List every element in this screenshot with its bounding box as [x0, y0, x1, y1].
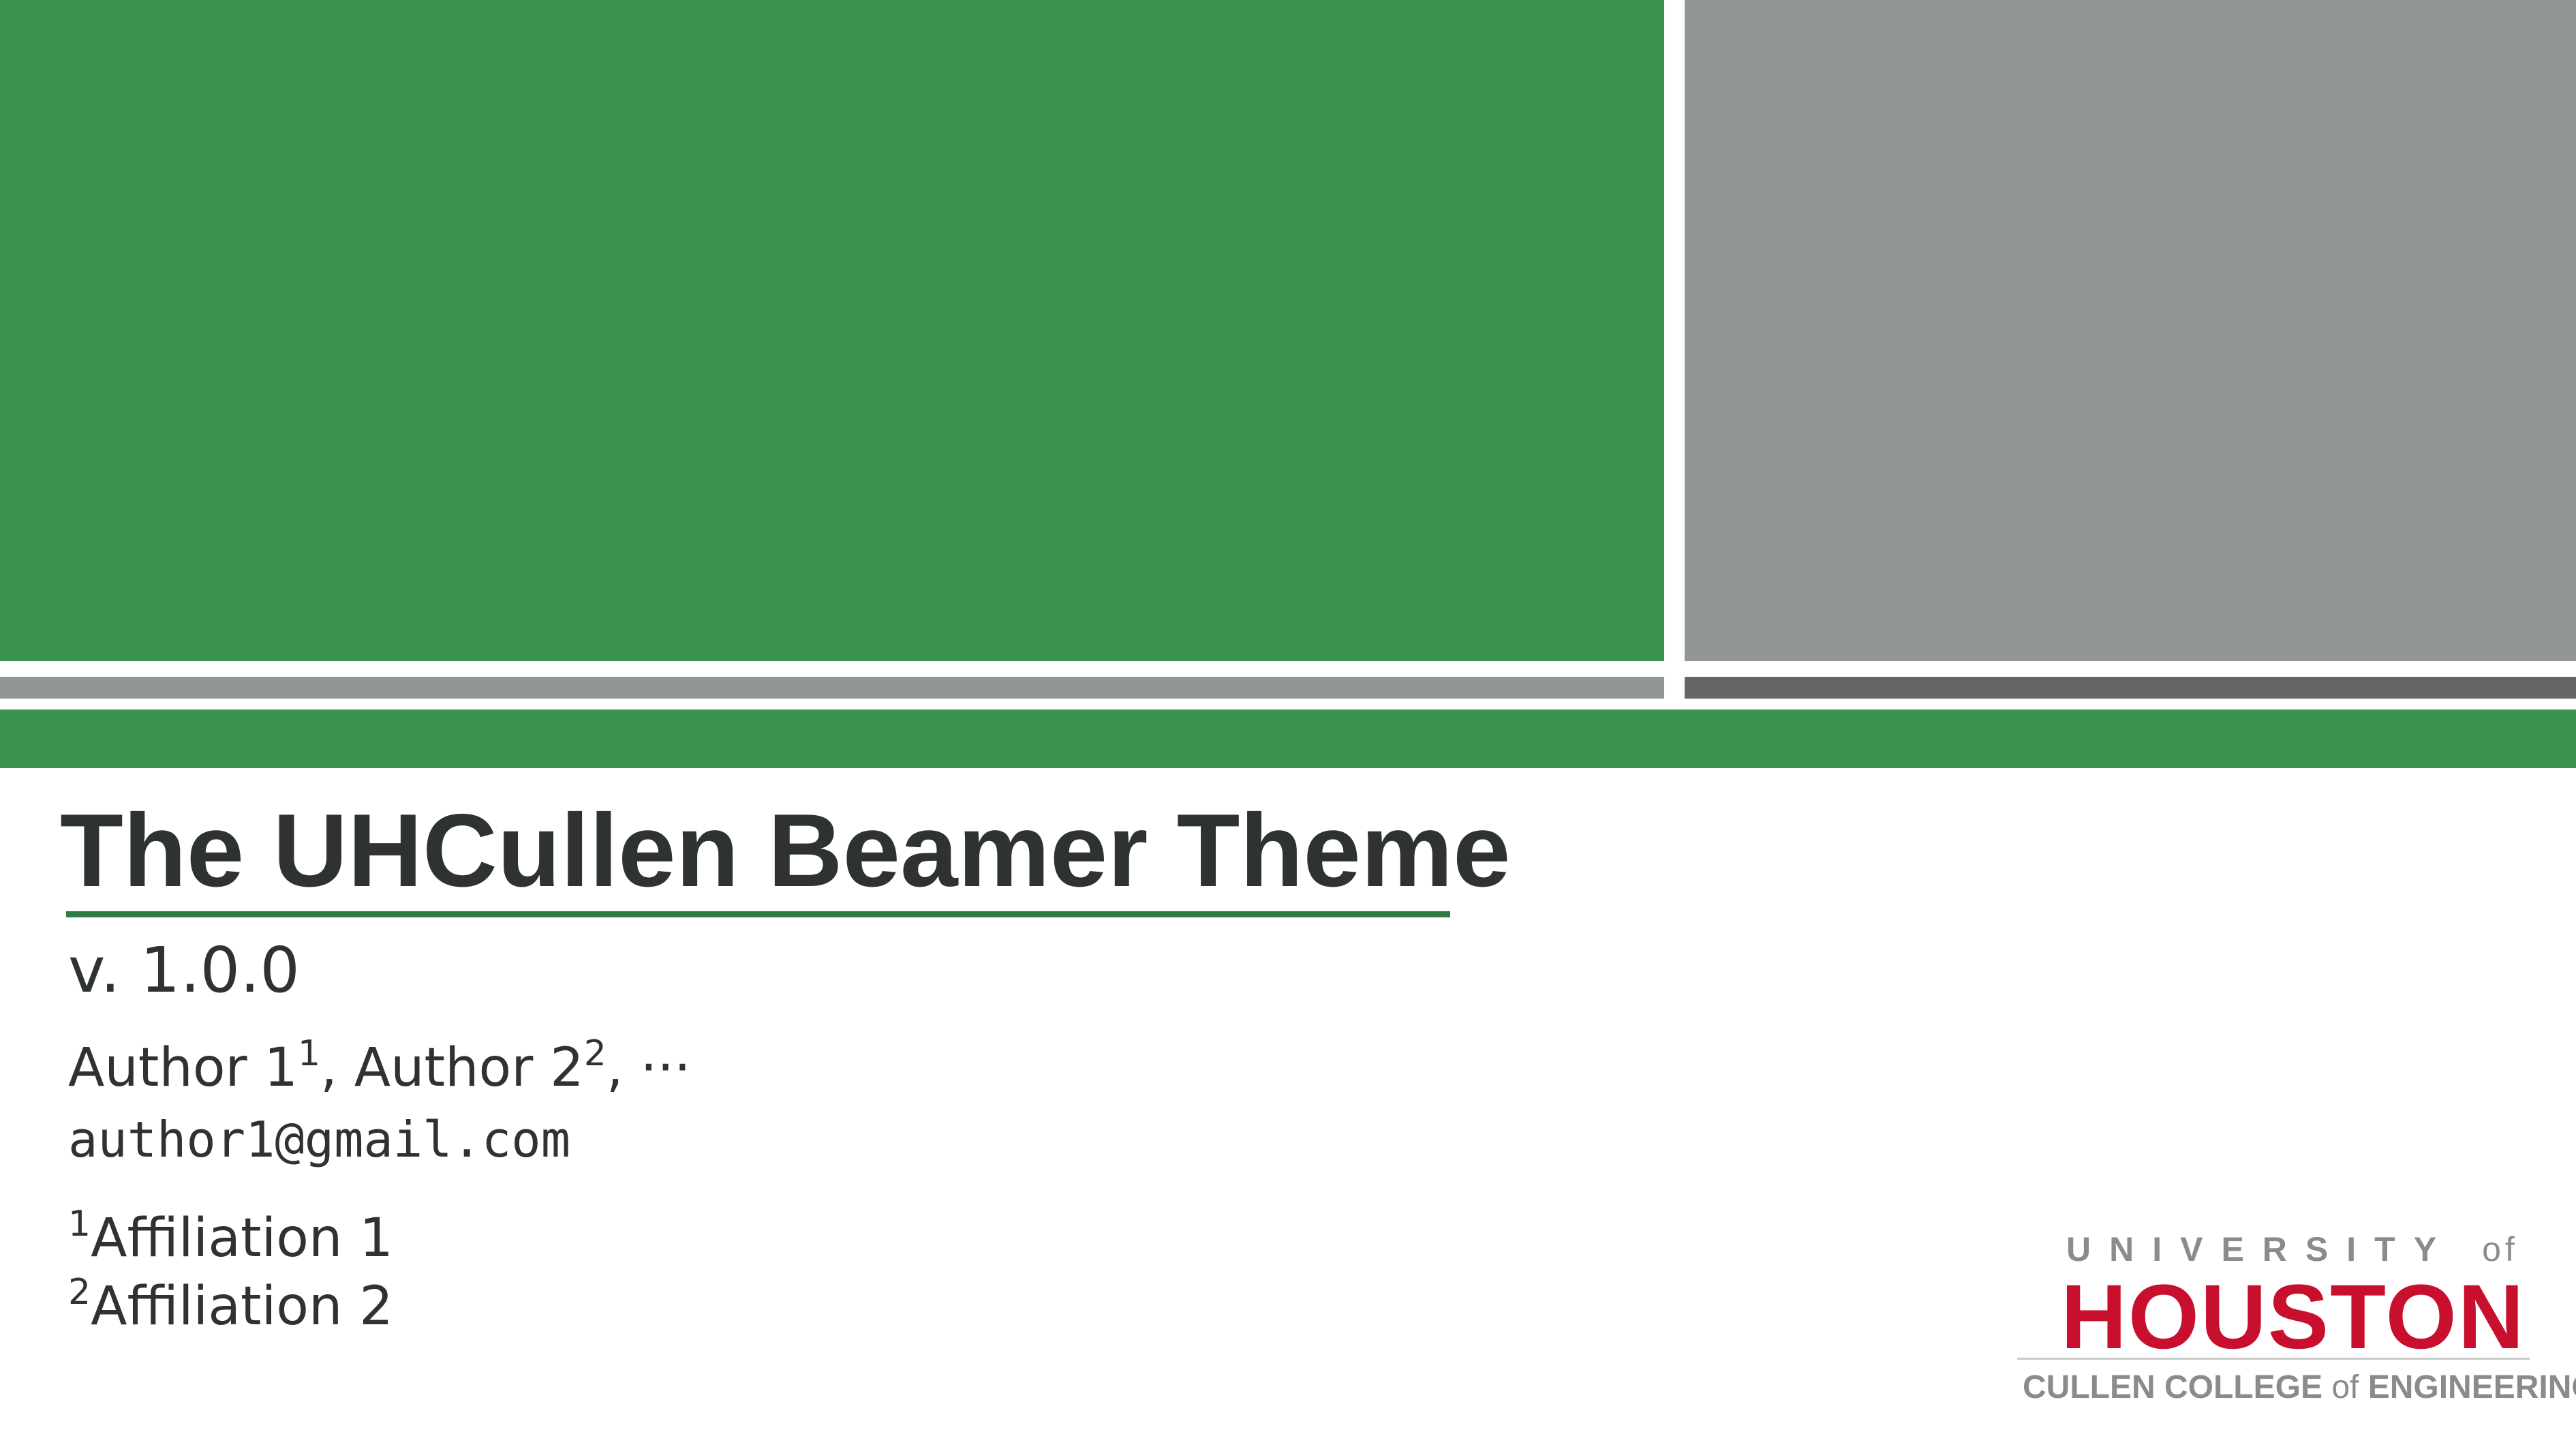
affiliation-marker: 2 — [583, 1033, 607, 1074]
light-gray-stripe — [0, 677, 1664, 699]
university-logo: UNIVERSITY of HOUSTON CULLEN COLLEGE of … — [2017, 1227, 2576, 1411]
affiliation-marker: 1 — [298, 1033, 321, 1074]
logo-divider — [2017, 1358, 2530, 1360]
author-list: Author 11, Author 22, ··· — [68, 1033, 691, 1099]
logo-college-text: CULLEN COLLEGE of ENGINEERING — [2023, 1369, 2576, 1405]
slide-title: The UHCullen Beamer Theme — [60, 793, 1511, 909]
green-band — [0, 710, 2576, 768]
authors-ellipsis: ··· — [640, 1037, 691, 1099]
affiliation-name: Affiliation 1 — [91, 1208, 393, 1269]
affiliation-marker: 1 — [68, 1204, 91, 1245]
green-header-block — [0, 0, 1664, 661]
author-email: author1@gmail.com — [68, 1111, 570, 1168]
affiliation-line: 1Affiliation 1 — [68, 1206, 393, 1265]
slide-subtitle-version: v. 1.0.0 — [68, 934, 300, 1007]
logo-houston-text: HOUSTON — [2061, 1266, 2526, 1368]
logo-university-text: UNIVERSITY of — [2066, 1230, 2519, 1268]
affiliation-marker: 2 — [68, 1272, 91, 1313]
affiliation-name: Affiliation 2 — [91, 1276, 393, 1337]
gray-header-block — [1685, 0, 2576, 661]
author-name: Author 1 — [68, 1037, 298, 1099]
author-name: Author 2 — [354, 1037, 584, 1099]
dark-gray-stripe — [1685, 677, 2576, 699]
affiliation-line: 2Affiliation 2 — [68, 1275, 393, 1333]
title-underline — [66, 911, 1450, 917]
